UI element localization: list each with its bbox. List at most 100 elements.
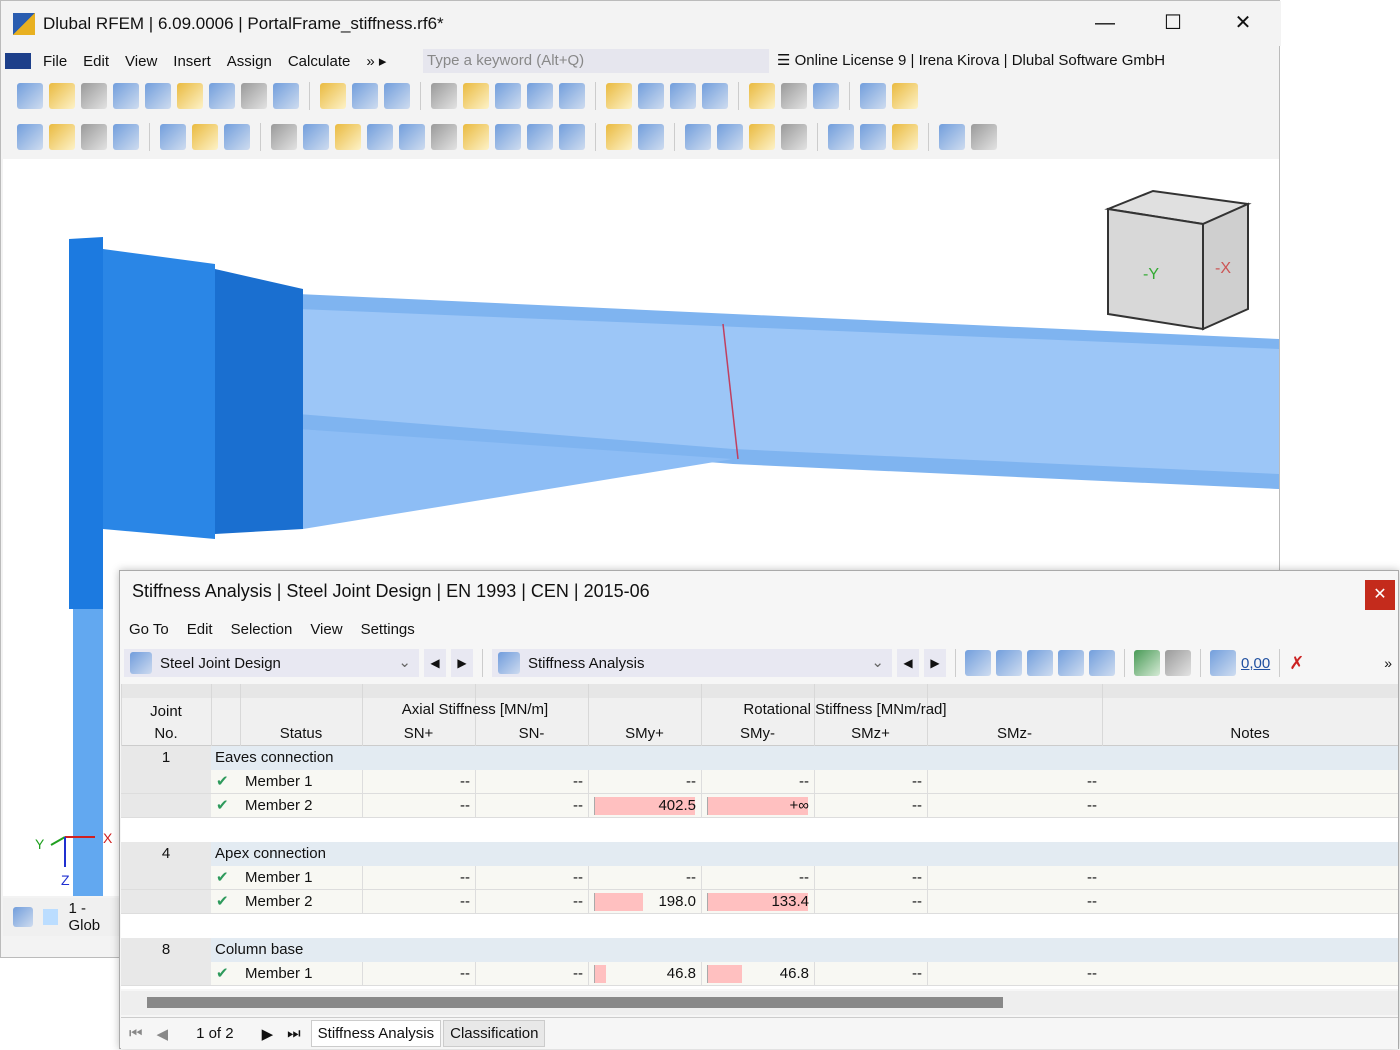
print-icon[interactable] bbox=[1165, 650, 1191, 676]
toolbar-tool-icon[interactable] bbox=[781, 124, 807, 150]
toolbar-tool-icon[interactable] bbox=[781, 83, 807, 109]
overflow-icon[interactable]: » bbox=[1384, 655, 1392, 671]
undo-selection-icon[interactable] bbox=[965, 650, 991, 676]
toolbar-tool-icon[interactable] bbox=[527, 124, 553, 150]
toolbar-tool-icon[interactable] bbox=[971, 124, 997, 150]
menu-view[interactable]: View bbox=[301, 621, 351, 638]
toolbar-tool-icon[interactable] bbox=[638, 83, 664, 109]
toolbar-tool-icon[interactable] bbox=[49, 83, 75, 109]
toolbar-tool-icon[interactable] bbox=[559, 83, 585, 109]
excel-export-icon[interactable] bbox=[1134, 650, 1160, 676]
keyword-search-input[interactable]: Type a keyword (Alt+Q) bbox=[423, 49, 769, 73]
toolbar-tool-icon[interactable] bbox=[352, 83, 378, 109]
menu-selection[interactable]: Selection bbox=[222, 621, 302, 638]
toolbar-tool-icon[interactable] bbox=[335, 124, 361, 150]
prev-page-icon[interactable]: ◀ bbox=[157, 1025, 169, 1043]
menu-edit[interactable]: Edit bbox=[75, 53, 117, 70]
toolbar-tool-icon[interactable] bbox=[192, 124, 218, 150]
prev-module-button[interactable]: ◀ bbox=[424, 649, 446, 677]
navigator-icon[interactable] bbox=[13, 907, 33, 927]
group-row[interactable]: Eaves connection bbox=[211, 746, 1398, 770]
toolbar-tool-icon[interactable] bbox=[495, 124, 521, 150]
deselect-pointer-icon[interactable]: ✗ bbox=[1289, 653, 1304, 674]
toolbar-tool-icon[interactable] bbox=[860, 83, 886, 109]
toolbar-tool-icon[interactable] bbox=[559, 124, 585, 150]
toolbar-tool-icon[interactable] bbox=[81, 124, 107, 150]
group-row[interactable]: Apex connection bbox=[211, 842, 1398, 866]
toolbar-tool-icon[interactable] bbox=[860, 124, 886, 150]
toolbar-tool-icon[interactable] bbox=[749, 83, 775, 109]
toolbar-tool-icon[interactable] bbox=[670, 83, 696, 109]
menu-calculate[interactable]: Calculate bbox=[280, 53, 359, 70]
toolbar-tool-icon[interactable] bbox=[399, 124, 425, 150]
show-model-icon[interactable] bbox=[1027, 650, 1053, 676]
toolbar-tool-icon[interactable] bbox=[49, 124, 75, 150]
toolbar-tool-icon[interactable] bbox=[463, 83, 489, 109]
toolbar-tool-icon[interactable] bbox=[892, 83, 918, 109]
visibility-icon[interactable] bbox=[1058, 650, 1084, 676]
load-case-label[interactable]: 1 - Glob bbox=[68, 900, 121, 934]
close-window-button[interactable]: ✕ bbox=[1223, 9, 1263, 37]
last-page-icon[interactable]: ⏭ bbox=[287, 1025, 301, 1042]
tab-classification[interactable]: Classification bbox=[443, 1020, 546, 1047]
toolbar-tool-icon[interactable] bbox=[160, 124, 186, 150]
menu-go-to[interactable]: Go To bbox=[120, 621, 178, 638]
next-module-button[interactable]: ▶ bbox=[451, 649, 473, 677]
toolbar-tool-icon[interactable] bbox=[320, 83, 346, 109]
toolbar-tool-icon[interactable] bbox=[638, 124, 664, 150]
toolbar-tool-icon[interactable] bbox=[431, 124, 457, 150]
toolbar-tool-icon[interactable] bbox=[384, 83, 410, 109]
toolbar-tool-icon[interactable] bbox=[273, 83, 299, 109]
toolbar-tool-icon[interactable] bbox=[81, 83, 107, 109]
toolbar-tool-icon[interactable] bbox=[17, 83, 43, 109]
menu-overflow-icon[interactable]: » ▸ bbox=[358, 52, 394, 70]
toolbar-tool-icon[interactable] bbox=[17, 124, 43, 150]
toolbar-tool-icon[interactable] bbox=[303, 124, 329, 150]
result-select[interactable]: Stiffness Analysis ⌄ bbox=[492, 649, 892, 677]
menu-view[interactable]: View bbox=[117, 53, 165, 70]
redo-selection-icon[interactable] bbox=[996, 650, 1022, 676]
toolbar-tool-icon[interactable] bbox=[892, 124, 918, 150]
toolbar-tool-icon[interactable] bbox=[145, 83, 171, 109]
values-icon[interactable] bbox=[1089, 650, 1115, 676]
next-page-icon[interactable]: ▶ bbox=[262, 1025, 274, 1043]
menu-insert[interactable]: Insert bbox=[165, 53, 219, 70]
toolbar-tool-icon[interactable] bbox=[224, 124, 250, 150]
toolbar-tool-icon[interactable] bbox=[813, 83, 839, 109]
module-select[interactable]: Steel Joint Design ⌄ bbox=[124, 649, 419, 677]
toolbar-tool-icon[interactable] bbox=[177, 83, 203, 109]
next-result-button[interactable]: ▶ bbox=[924, 649, 946, 677]
menu-settings[interactable]: Settings bbox=[352, 621, 424, 638]
toolbar-tool-icon[interactable] bbox=[749, 124, 775, 150]
toolbar-tool-icon[interactable] bbox=[431, 83, 457, 109]
toolbar-tool-icon[interactable] bbox=[463, 124, 489, 150]
toolbar-tool-icon[interactable] bbox=[241, 83, 267, 109]
scrollbar-thumb[interactable] bbox=[147, 997, 1003, 1008]
horizontal-scrollbar[interactable] bbox=[121, 991, 1398, 1015]
toolbar-tool-icon[interactable] bbox=[606, 83, 632, 109]
decimal-places-button[interactable]: 0,00 bbox=[1241, 655, 1270, 672]
toolbar-tool-icon[interactable] bbox=[271, 124, 297, 150]
group-row[interactable]: Column base bbox=[211, 938, 1398, 962]
toolbar-tool-icon[interactable] bbox=[939, 124, 965, 150]
toolbar-tool-icon[interactable] bbox=[702, 83, 728, 109]
toolbar-tool-icon[interactable] bbox=[367, 124, 393, 150]
toolbar-tool-icon[interactable] bbox=[828, 124, 854, 150]
filter-icon[interactable] bbox=[1210, 650, 1236, 676]
toolbar-tool-icon[interactable] bbox=[113, 124, 139, 150]
first-page-icon[interactable]: ⏮ bbox=[129, 1025, 143, 1042]
toolbar-tool-icon[interactable] bbox=[606, 124, 632, 150]
toolbar-tool-icon[interactable] bbox=[717, 124, 743, 150]
menu-assign[interactable]: Assign bbox=[219, 53, 280, 70]
view-cube[interactable]: -Y -X bbox=[1104, 189, 1252, 331]
toolbar-tool-icon[interactable] bbox=[685, 124, 711, 150]
minimize-button[interactable]: — bbox=[1085, 9, 1125, 37]
prev-result-button[interactable]: ◀ bbox=[897, 649, 919, 677]
tab-stiffness-analysis[interactable]: Stiffness Analysis bbox=[310, 1020, 442, 1047]
maximize-button[interactable]: ☐ bbox=[1153, 9, 1193, 37]
menu-edit[interactable]: Edit bbox=[178, 621, 222, 638]
toolbar-tool-icon[interactable] bbox=[209, 83, 235, 109]
toolbar-tool-icon[interactable] bbox=[113, 83, 139, 109]
toolbar-tool-icon[interactable] bbox=[527, 83, 553, 109]
menu-file[interactable]: File bbox=[35, 53, 75, 70]
